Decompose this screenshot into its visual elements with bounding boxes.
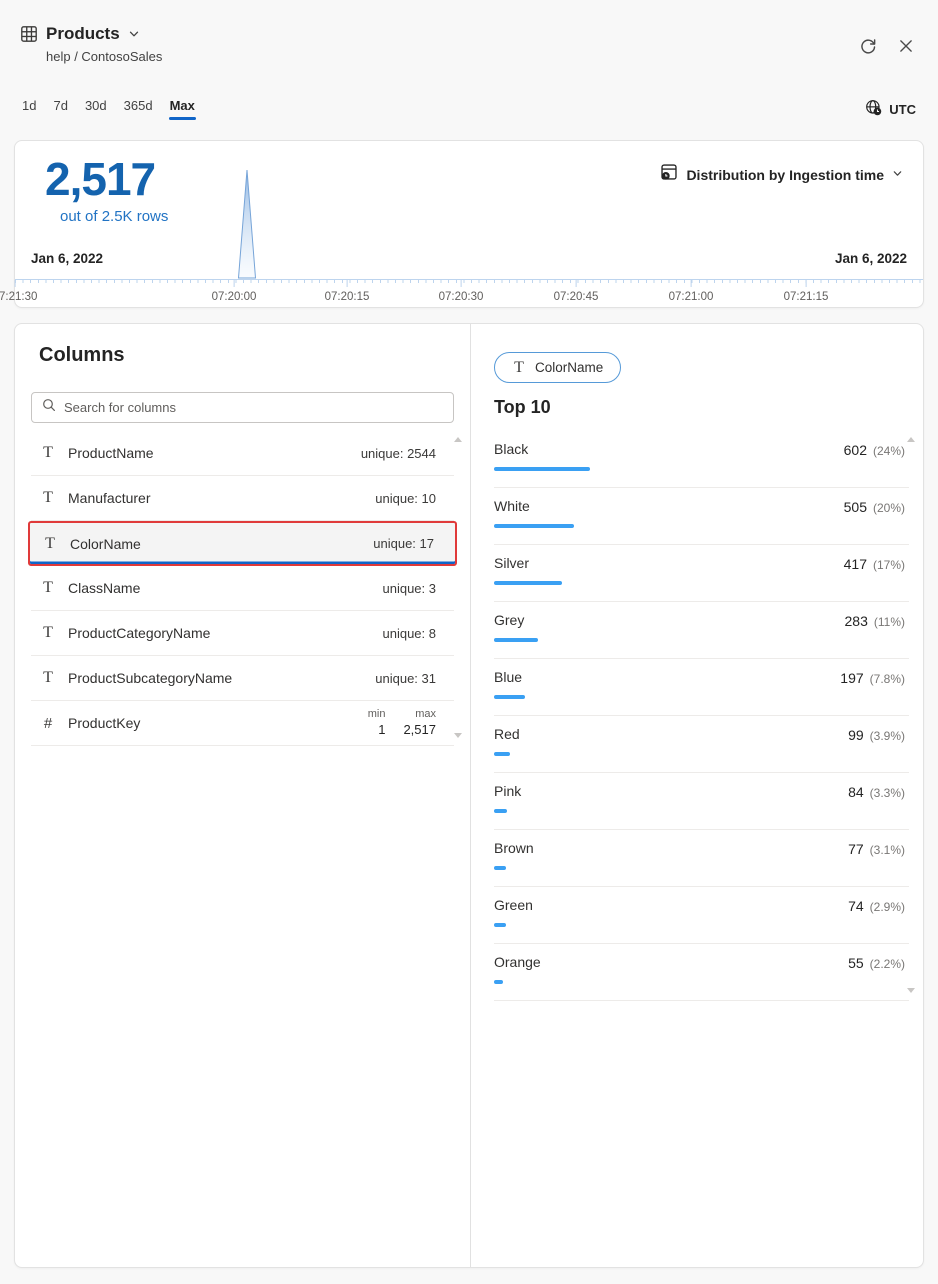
globe-clock-icon — [865, 99, 882, 119]
search-input[interactable] — [64, 400, 443, 415]
unique-count: unique: 3 — [383, 581, 437, 596]
value-row-pink[interactable]: Pink 84(3.3%) — [494, 773, 909, 830]
min-value: 1 — [378, 721, 385, 739]
scroll-down-arrow[interactable] — [454, 733, 462, 738]
value-bar — [494, 866, 506, 870]
close-icon[interactable] — [896, 36, 916, 56]
column-row-productkey[interactable]: # ProductKey min 1 max 2,517 — [31, 701, 454, 746]
string-type-icon: T — [41, 669, 55, 687]
top-values-list: Black 602(24%) White 505(20%) Silver 417… — [494, 431, 909, 1001]
unique-count: unique: 8 — [383, 626, 437, 641]
string-type-icon: T — [41, 489, 55, 507]
string-type-icon: T — [41, 579, 55, 597]
time-axis-tick: 07:20:15 — [325, 280, 370, 303]
refresh-icon[interactable] — [858, 36, 878, 56]
header: Products help / ContosoSales — [20, 24, 162, 64]
total-rows-value: 2,517 — [45, 153, 168, 206]
calendar-clock-icon — [660, 163, 678, 186]
unique-count: unique: 10 — [375, 491, 436, 506]
date-end: Jan 6, 2022 — [835, 251, 907, 266]
distribution-type-selector[interactable]: Distribution by Ingestion time — [660, 163, 903, 186]
columns-and-values-card: Columns T ProductName unique: 2544 T Man… — [14, 323, 924, 1268]
chevron-down-icon[interactable] — [128, 28, 140, 40]
value-row-blue[interactable]: Blue 197(7.8%) — [494, 659, 909, 716]
string-type-icon: T — [43, 535, 57, 553]
date-range-labels: Jan 6, 2022 Jan 6, 2022 — [31, 251, 907, 266]
value-row-grey[interactable]: Grey 283(11%) — [494, 602, 909, 659]
value-bar — [494, 695, 525, 699]
scroll-up-arrow[interactable] — [907, 437, 915, 442]
value-bar — [494, 809, 507, 813]
time-axis-tick: 07:21:15 — [784, 280, 829, 303]
columns-title: Columns — [39, 344, 454, 367]
numeric-type-icon: # — [41, 715, 55, 732]
min-max-stats: min 1 max 2,517 — [368, 707, 436, 739]
tab-30d[interactable]: 30d — [85, 98, 107, 120]
tab-365d[interactable]: 365d — [124, 98, 153, 120]
time-axis-tick: 07:20:30 — [439, 280, 484, 303]
string-type-icon: T — [41, 624, 55, 642]
top-values-panel: T ColorName Top 10 Black 602(24%) White … — [471, 324, 923, 1267]
timezone-selector[interactable]: UTC — [865, 99, 916, 119]
timezone-label: UTC — [889, 102, 916, 117]
date-start: Jan 6, 2022 — [31, 251, 103, 266]
value-bar — [494, 467, 590, 471]
value-row-black[interactable]: Black 602(24%) — [494, 431, 909, 488]
value-row-silver[interactable]: Silver 417(17%) — [494, 545, 909, 602]
time-range-tabs: 1d 7d 30d 365d Max — [22, 98, 195, 120]
table-icon — [20, 25, 38, 43]
column-row-manufacturer[interactable]: T Manufacturer unique: 10 — [31, 476, 454, 521]
column-list: T ProductName unique: 2544 T Manufacture… — [31, 431, 454, 746]
column-row-classname[interactable]: T ClassName unique: 3 — [31, 566, 454, 611]
time-axis: 07:20:00 07:20:15 07:20:30 07:20:45 07:2… — [15, 279, 923, 283]
tab-1d[interactable]: 1d — [22, 98, 36, 120]
value-bar — [494, 524, 574, 528]
value-bar — [494, 980, 503, 984]
column-row-productcategoryname[interactable]: T ProductCategoryName unique: 8 — [31, 611, 454, 656]
column-row-productsubcategoryname[interactable]: T ProductSubcategoryName unique: 31 — [31, 656, 454, 701]
string-type-icon: T — [512, 359, 526, 377]
tab-7d[interactable]: 7d — [53, 98, 67, 120]
distribution-type-label: Distribution by Ingestion time — [686, 167, 884, 183]
value-row-orange[interactable]: Orange 55(2.2%) — [494, 944, 909, 1001]
column-search[interactable] — [31, 392, 454, 423]
value-row-white[interactable]: White 505(20%) — [494, 488, 909, 545]
row-total-block: 2,517 out of 2.5K rows — [45, 153, 168, 225]
time-axis-tick: 07:20:45 — [554, 280, 599, 303]
column-row-productname[interactable]: T ProductName unique: 2544 — [31, 431, 454, 476]
value-row-red[interactable]: Red 99(3.9%) — [494, 716, 909, 773]
tab-max[interactable]: Max — [170, 98, 195, 120]
columns-panel: Columns T ProductName unique: 2544 T Man… — [15, 324, 471, 1267]
time-range-bar: 1d 7d 30d 365d Max UTC — [22, 98, 916, 120]
ingestion-distribution-card: 2,517 out of 2.5K rows Distribution by I… — [14, 140, 924, 308]
max-value: 2,517 — [403, 721, 436, 739]
value-bar — [494, 581, 562, 585]
value-bar — [494, 923, 506, 927]
selected-column-chip[interactable]: T ColorName — [494, 352, 621, 383]
unique-count: unique: 2544 — [361, 446, 436, 461]
header-actions — [858, 36, 916, 56]
scroll-down-arrow[interactable] — [907, 988, 915, 993]
time-axis-tick: 07:20:00 — [212, 280, 257, 303]
column-row-colorname-selected[interactable]: T ColorName unique: 17 — [28, 521, 457, 566]
value-bar — [494, 752, 510, 756]
top-values-title: Top 10 — [494, 397, 923, 418]
time-axis-tick: 07:21:30 — [0, 280, 37, 303]
data-profile-panel: Products help / ContosoSales 1d 7d 30d 3… — [0, 0, 938, 1284]
unique-count: unique: 31 — [375, 671, 436, 686]
unique-count: unique: 17 — [373, 536, 434, 551]
string-type-icon: T — [41, 444, 55, 462]
time-axis-tick: 07:21:00 — [669, 280, 714, 303]
value-bar — [494, 638, 538, 642]
total-rows-subtitle: out of 2.5K rows — [60, 208, 168, 225]
value-row-brown[interactable]: Brown 77(3.1%) — [494, 830, 909, 887]
breadcrumb: help / ContosoSales — [46, 49, 162, 64]
value-row-green[interactable]: Green 74(2.9%) — [494, 887, 909, 944]
scroll-up-arrow[interactable] — [454, 437, 462, 442]
page-title: Products — [46, 24, 120, 44]
chevron-down-icon — [892, 166, 903, 184]
search-icon — [42, 398, 56, 417]
